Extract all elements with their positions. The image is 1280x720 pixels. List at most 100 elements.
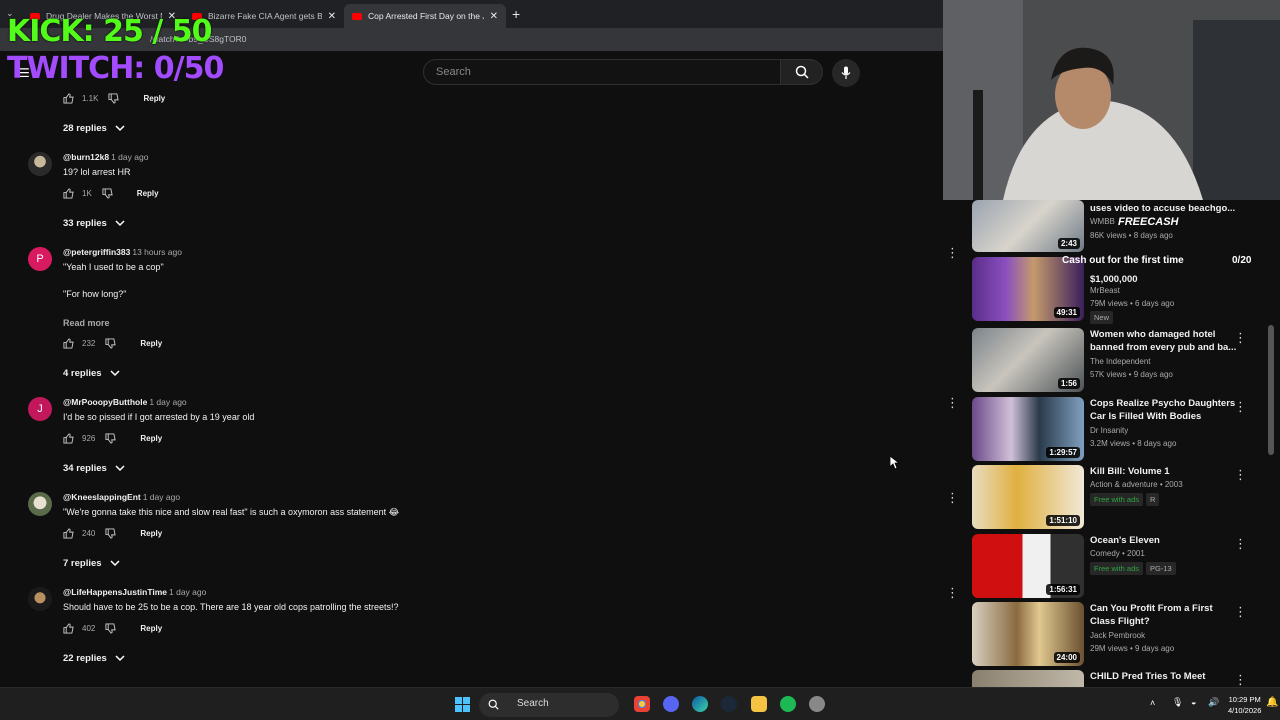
avatar[interactable] xyxy=(28,587,52,611)
recommended-video[interactable]: CHILD Pred Tries To Meet ⋮ xyxy=(972,670,1262,687)
search-icon xyxy=(795,65,809,79)
video-thumbnail[interactable]: 1:51:10 xyxy=(972,465,1084,529)
app-icon[interactable] xyxy=(809,696,825,712)
recommended-video[interactable]: 1:29:57 Cops Realize Psycho Daughters Ca… xyxy=(972,397,1262,463)
video-channel[interactable]: MrBeast xyxy=(1090,286,1120,295)
comment-author[interactable]: @burn12k8 xyxy=(63,152,109,162)
dislike-icon[interactable] xyxy=(105,433,117,444)
video-more-icon[interactable]: ⋮ xyxy=(1234,399,1247,415)
replies-toggle[interactable]: 34 replies xyxy=(63,463,125,474)
reply-button[interactable]: Reply xyxy=(140,529,162,538)
video-title[interactable]: Ocean's Eleven xyxy=(1090,534,1240,547)
dislike-icon[interactable] xyxy=(102,188,113,199)
video-thumbnail[interactable]: 24:00 xyxy=(972,602,1084,666)
comment-text: "For how long?" xyxy=(63,289,127,299)
tray-chevron-icon[interactable]: ˄ xyxy=(1150,698,1155,708)
video-title[interactable]: $1,000,000 xyxy=(1090,273,1240,286)
chrome-icon[interactable] xyxy=(634,696,650,712)
like-icon[interactable] xyxy=(63,188,74,199)
comment-author[interactable]: @MrPooopyButthole xyxy=(63,397,147,407)
comment-actions: 232 Reply xyxy=(63,338,162,349)
comment-more-icon[interactable]: ⋮ xyxy=(946,491,959,504)
file-explorer-icon[interactable] xyxy=(751,696,767,712)
recommended-video[interactable]: 24:00 Can You Profit From a First Class … xyxy=(972,602,1262,668)
new-tab-button[interactable]: + xyxy=(512,6,520,22)
video-channel[interactable]: Jack Pembrook xyxy=(1090,631,1145,640)
replies-count: 33 replies xyxy=(63,218,107,229)
video-thumbnail[interactable] xyxy=(972,670,1084,687)
taskbar-search-icon xyxy=(488,699,499,710)
reply-button[interactable]: Reply xyxy=(140,434,162,443)
video-thumbnail[interactable]: 1:29:57 xyxy=(972,397,1084,461)
video-title[interactable]: Can You Profit From a First Class Flight… xyxy=(1090,602,1240,628)
video-thumbnail[interactable]: 1:56:31 xyxy=(972,534,1084,598)
volume-icon[interactable]: 🔊 xyxy=(1208,697,1219,708)
like-icon[interactable] xyxy=(63,623,74,634)
video-thumbnail[interactable]: 1:56 xyxy=(972,328,1084,392)
video-more-icon[interactable]: ⋮ xyxy=(1234,330,1247,346)
comment-more-icon[interactable]: ⋮ xyxy=(946,586,959,599)
webcam-image xyxy=(943,0,1280,200)
dislike-icon[interactable] xyxy=(105,528,117,539)
close-tab-icon[interactable]: ✕ xyxy=(490,11,498,22)
comment-more-icon[interactable]: ⋮ xyxy=(946,246,959,259)
comment-author[interactable]: @petergriffin383 xyxy=(63,247,130,257)
voice-search-button[interactable] xyxy=(832,59,860,87)
sidebar-scrollbar[interactable] xyxy=(1268,325,1274,455)
like-icon[interactable] xyxy=(63,338,74,349)
dislike-icon[interactable] xyxy=(108,93,120,104)
recommended-video[interactable]: 1:56:31 Ocean's Eleven Comedy • 2001 Fre… xyxy=(972,534,1262,600)
video-channel[interactable]: The Independent xyxy=(1090,357,1151,366)
video-more-icon[interactable]: ⋮ xyxy=(1234,672,1247,687)
replies-toggle[interactable]: 4 replies xyxy=(63,368,120,379)
video-title[interactable]: CHILD Pred Tries To Meet xyxy=(1090,670,1240,683)
browser-tab-active[interactable]: Cop Arrested First Day on the Job ✕ xyxy=(344,4,506,28)
search-input[interactable]: Search xyxy=(423,59,781,85)
comment-more-icon[interactable]: ⋮ xyxy=(946,396,959,409)
avatar[interactable]: J xyxy=(28,397,52,421)
microphone-tray-icon[interactable]: 🎙 xyxy=(1172,697,1183,708)
video-more-icon[interactable]: ⋮ xyxy=(1234,604,1247,620)
video-more-icon[interactable]: ⋮ xyxy=(1234,536,1247,552)
video-channel[interactable]: Dr Insanity xyxy=(1090,426,1128,435)
system-clock[interactable]: 10:29 PM 4/10/2026 xyxy=(1228,694,1261,716)
taskbar-search[interactable]: Search xyxy=(479,693,619,717)
steam-icon[interactable] xyxy=(721,696,737,712)
windows-start-icon[interactable] xyxy=(455,697,470,712)
like-icon[interactable] xyxy=(63,528,74,539)
video-duration: 24:00 xyxy=(1053,652,1080,663)
comment-author[interactable]: @KneeslappingEnt xyxy=(63,492,141,502)
video-title[interactable]: Women who damaged hotel banned from ever… xyxy=(1090,328,1240,354)
reply-button[interactable]: Reply xyxy=(140,339,162,348)
replies-toggle[interactable]: 7 replies xyxy=(63,558,120,569)
replies-toggle[interactable]: 28 replies xyxy=(63,123,125,134)
dislike-icon[interactable] xyxy=(105,623,117,634)
search-button[interactable] xyxy=(781,59,823,85)
comment-author[interactable]: @LifeHappensJustinTime xyxy=(63,587,167,597)
reply-button[interactable]: Reply xyxy=(140,624,162,633)
recommended-video[interactable]: 1:51:10 Kill Bill: Volume 1 Action & adv… xyxy=(972,465,1262,531)
dislike-icon[interactable] xyxy=(105,338,117,349)
read-more-link[interactable]: Read more xyxy=(63,318,110,328)
replies-toggle[interactable]: 33 replies xyxy=(63,218,125,229)
avatar[interactable] xyxy=(28,492,52,516)
notification-icon[interactable]: 🔔 xyxy=(1266,697,1278,708)
network-icon[interactable]: ◒ xyxy=(1191,697,1196,707)
discord-icon[interactable] xyxy=(663,696,679,712)
like-icon[interactable] xyxy=(63,93,74,104)
video-title[interactable]: Cops Realize Psycho Daughters Car Is Fil… xyxy=(1090,397,1240,423)
video-duration: 1:29:57 xyxy=(1046,447,1080,458)
avatar[interactable] xyxy=(28,152,52,176)
video-title[interactable]: Kill Bill: Volume 1 xyxy=(1090,465,1240,478)
comment-meta: @KneeslappingEnt 1 day ago xyxy=(63,492,180,502)
reply-button[interactable]: Reply xyxy=(143,94,165,103)
video-more-icon[interactable]: ⋮ xyxy=(1234,467,1247,483)
spotify-icon[interactable] xyxy=(780,696,796,712)
replies-toggle[interactable]: 22 replies xyxy=(63,653,125,664)
recommended-video[interactable]: 1:56 Women who damaged hotel banned from… xyxy=(972,328,1262,394)
reply-button[interactable]: Reply xyxy=(137,189,159,198)
avatar[interactable]: P xyxy=(28,247,52,271)
close-tab-icon[interactable]: ✕ xyxy=(328,11,336,22)
like-icon[interactable] xyxy=(63,433,74,444)
edge-icon[interactable] xyxy=(692,696,708,712)
